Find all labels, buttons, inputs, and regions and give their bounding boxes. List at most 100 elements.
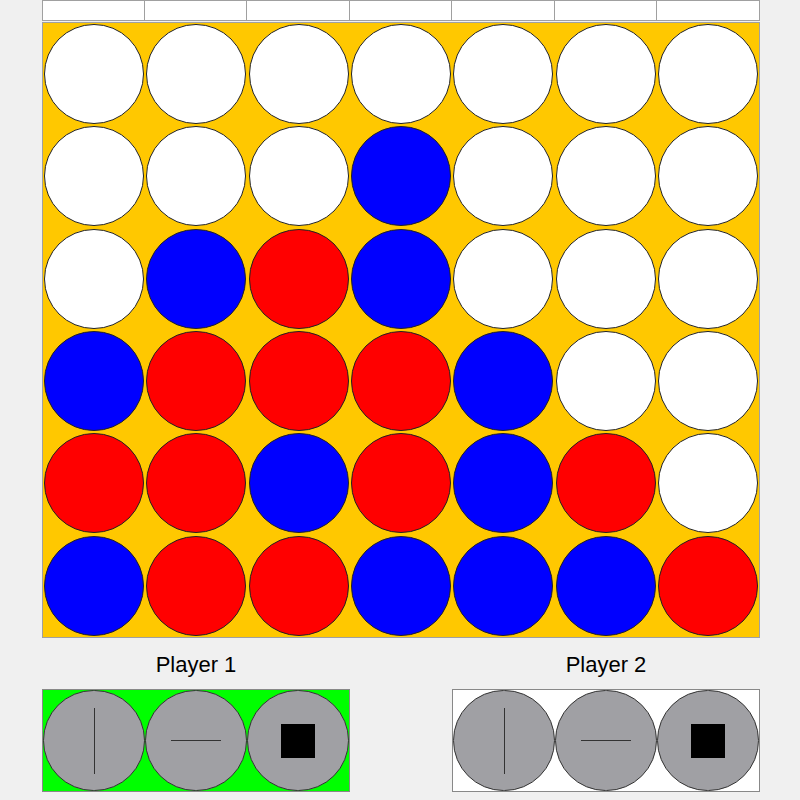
disc: [453, 24, 553, 124]
board-cell[interactable]: [248, 432, 350, 534]
disc: [351, 433, 451, 533]
board-cell[interactable]: [350, 330, 452, 432]
board-cell[interactable]: [248, 125, 350, 227]
horizontal-line-icon: [581, 740, 631, 741]
board-cell[interactable]: [248, 330, 350, 432]
board-cell[interactable]: [657, 535, 759, 637]
disc: [351, 24, 451, 124]
board-cell[interactable]: [452, 228, 554, 330]
disc: [658, 536, 758, 636]
disc: [556, 24, 656, 124]
players: Player 1 Player 2: [42, 652, 760, 792]
square-button[interactable]: [247, 690, 349, 791]
player-panel: [452, 689, 760, 792]
player-panel: [42, 689, 350, 792]
board-cell[interactable]: [248, 228, 350, 330]
disc: [453, 126, 553, 226]
disc: [351, 229, 451, 329]
board-cell[interactable]: [248, 535, 350, 637]
board-cell[interactable]: [657, 330, 759, 432]
board-cell[interactable]: [350, 125, 452, 227]
player-label: Player 2: [566, 652, 647, 678]
board-cell[interactable]: [452, 432, 554, 534]
board-cell[interactable]: [452, 330, 554, 432]
disc: [249, 331, 349, 431]
board-cell[interactable]: [43, 535, 145, 637]
drop-slot[interactable]: [554, 0, 658, 21]
disc: [658, 24, 758, 124]
horizontal-button[interactable]: [555, 690, 657, 791]
board-cell[interactable]: [43, 330, 145, 432]
square-icon: [691, 724, 725, 758]
board-cell[interactable]: [350, 432, 452, 534]
board-cell[interactable]: [43, 125, 145, 227]
board-cell[interactable]: [248, 23, 350, 125]
vertical-line-icon: [94, 708, 95, 774]
board-cell[interactable]: [452, 125, 554, 227]
disc: [658, 433, 758, 533]
horizontal-line-icon: [171, 740, 221, 741]
disc: [658, 331, 758, 431]
board-cell[interactable]: [554, 228, 656, 330]
board-cell[interactable]: [554, 23, 656, 125]
disc: [658, 126, 758, 226]
disc: [556, 126, 656, 226]
board-cell[interactable]: [145, 330, 247, 432]
board-cell[interactable]: [554, 432, 656, 534]
board-cell[interactable]: [145, 228, 247, 330]
disc: [453, 433, 553, 533]
disc: [453, 536, 553, 636]
square-button[interactable]: [657, 690, 759, 791]
disc: [351, 126, 451, 226]
board-cell[interactable]: [657, 23, 759, 125]
disc: [658, 229, 758, 329]
disc: [453, 229, 553, 329]
disc: [146, 229, 246, 329]
player-section: Player 1: [42, 652, 350, 792]
drop-row: [42, 0, 760, 21]
disc: [249, 229, 349, 329]
board: [42, 22, 760, 638]
board-cell[interactable]: [452, 535, 554, 637]
board-cell[interactable]: [43, 228, 145, 330]
drop-slot[interactable]: [451, 0, 555, 21]
board-cell[interactable]: [43, 23, 145, 125]
disc: [44, 126, 144, 226]
vertical-button[interactable]: [43, 690, 145, 791]
board-cell[interactable]: [554, 330, 656, 432]
board-cell[interactable]: [554, 125, 656, 227]
board-cell[interactable]: [657, 125, 759, 227]
disc: [146, 24, 246, 124]
disc: [351, 331, 451, 431]
drop-slot[interactable]: [656, 0, 760, 21]
board-cell[interactable]: [554, 535, 656, 637]
disc: [146, 433, 246, 533]
board-cell[interactable]: [350, 228, 452, 330]
board-cell[interactable]: [145, 23, 247, 125]
disc: [146, 536, 246, 636]
board-cell[interactable]: [350, 535, 452, 637]
disc: [249, 24, 349, 124]
board-cell[interactable]: [452, 23, 554, 125]
disc: [146, 331, 246, 431]
board-cell[interactable]: [145, 125, 247, 227]
vertical-line-icon: [504, 708, 505, 774]
player-section: Player 2: [452, 652, 760, 792]
board-cell[interactable]: [350, 23, 452, 125]
disc: [146, 126, 246, 226]
board-cell[interactable]: [43, 432, 145, 534]
disc: [44, 24, 144, 124]
drop-slot[interactable]: [246, 0, 350, 21]
drop-slot[interactable]: [144, 0, 248, 21]
board-cell[interactable]: [657, 432, 759, 534]
board-cell[interactable]: [657, 228, 759, 330]
drop-slot[interactable]: [349, 0, 453, 21]
vertical-button[interactable]: [453, 690, 555, 791]
board-cell[interactable]: [145, 432, 247, 534]
board-cell[interactable]: [145, 535, 247, 637]
disc: [44, 433, 144, 533]
horizontal-button[interactable]: [145, 690, 247, 791]
drop-slot[interactable]: [42, 0, 145, 21]
disc: [249, 126, 349, 226]
disc: [249, 536, 349, 636]
